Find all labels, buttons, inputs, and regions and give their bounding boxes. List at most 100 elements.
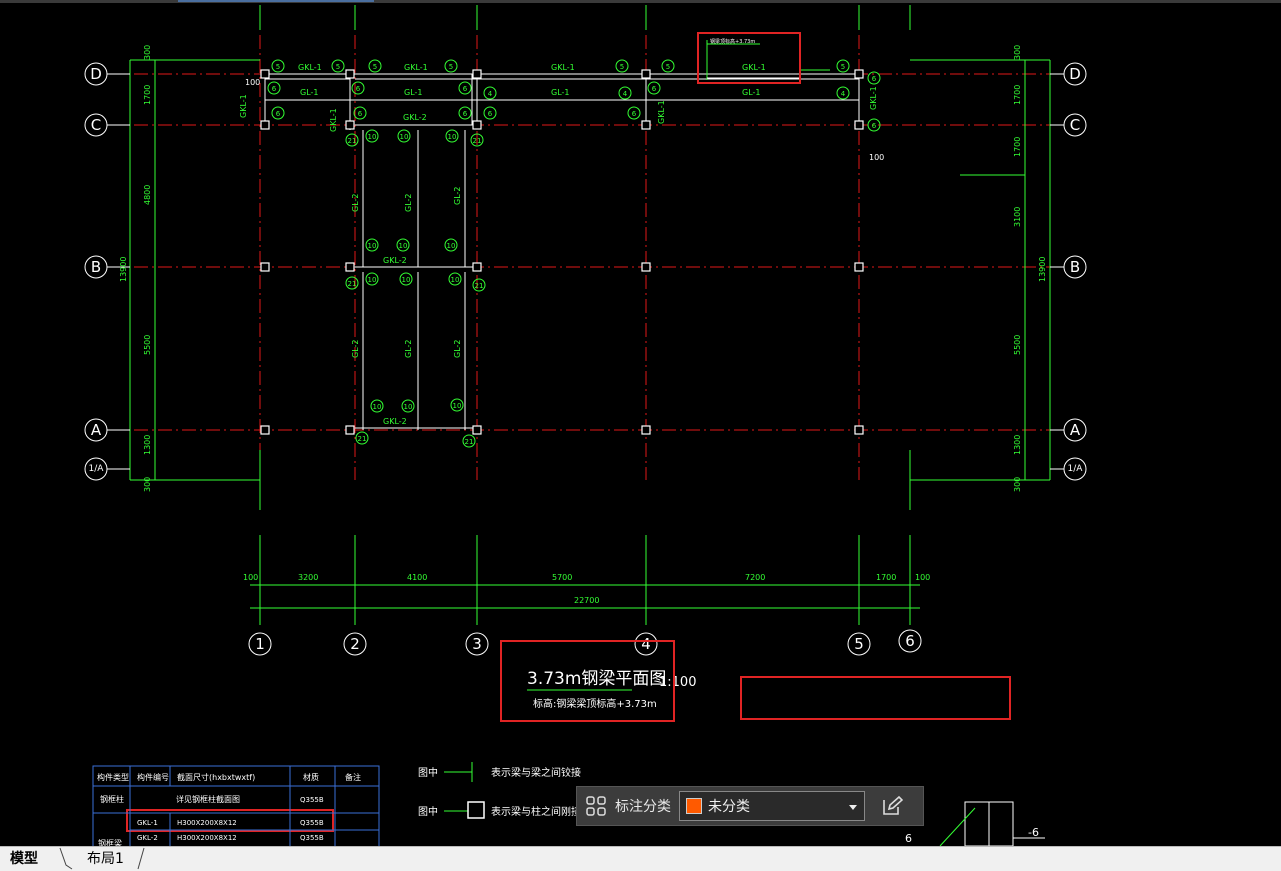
axis-label-1A-left: 1/A xyxy=(89,464,105,474)
axis-label-C-left: C xyxy=(91,116,101,134)
tag-text: 6 xyxy=(632,110,637,118)
tag-text: 21 xyxy=(348,137,357,145)
tag-text: 10 xyxy=(451,276,460,284)
legend-row2-label: 图中 xyxy=(418,805,438,818)
tag-text: 5 xyxy=(620,63,624,71)
grid-icon[interactable] xyxy=(577,787,615,825)
axis-label-4: 4 xyxy=(641,635,651,653)
beam-label-gkl2-c: GKL-2 xyxy=(383,417,407,426)
left-dimension-texts: 300 1700 4800 5500 1300 300 13900 xyxy=(119,45,152,492)
dim-100-right: 100 xyxy=(869,153,884,162)
dim-bottom-2: 4100 xyxy=(407,573,427,582)
beam-label-gkl1-vert-b: GKL-1 xyxy=(329,108,338,132)
dim-bottom-1: 3200 xyxy=(298,573,318,582)
beam-label-gkl1-vert-a: GKL-1 xyxy=(239,94,248,118)
tag-text: 4 xyxy=(841,90,846,98)
beam-label-gl2-a: GL-2 xyxy=(351,194,360,213)
tag-text: 21 xyxy=(473,137,482,145)
dim-right-6: 300 xyxy=(1013,477,1022,492)
section-tag2: -6 xyxy=(1028,826,1039,839)
tag-text: 6 xyxy=(463,110,468,118)
table-cell: GKL-2 xyxy=(137,834,158,842)
beam-label-gkl1-d: GKL-1 xyxy=(742,63,766,72)
axis-label-5: 5 xyxy=(854,635,864,653)
edit-icon[interactable] xyxy=(873,787,911,825)
tag-text: 21 xyxy=(465,438,474,446)
legend-row1-label: 图中 xyxy=(418,766,438,779)
selection-edge xyxy=(178,0,374,2)
dim-left-2: 4800 xyxy=(143,185,152,205)
beam-label-gl2-f: GL-2 xyxy=(453,340,462,359)
beam-label-gl2-b: GL-2 xyxy=(404,194,413,213)
tab-layout1[interactable]: 布局1 xyxy=(87,849,124,870)
tag-text: 5 xyxy=(666,63,670,71)
axis-label-D-left: D xyxy=(90,65,102,83)
dim-right-4: 5500 xyxy=(1013,335,1022,355)
beam-label-gkl2-b: GKL-2 xyxy=(383,256,407,265)
axis-bubbles xyxy=(84,62,1087,656)
beam-label-gl2-c: GL-2 xyxy=(453,187,462,206)
legend: 图中 表示梁与梁之间铰接 图中 表示梁与柱之间刚接 xyxy=(418,762,581,819)
dim-left-1: 1700 xyxy=(143,85,152,105)
tag-circles xyxy=(267,59,881,448)
tag-text: 6 xyxy=(272,85,277,93)
dim-left-total: 13900 xyxy=(119,257,128,282)
dim-left-3: 5500 xyxy=(143,335,152,355)
beam-label-gl1-c: GL-1 xyxy=(551,88,570,97)
section-tag: 6 xyxy=(905,832,912,845)
table-header-2: 截面尺寸(hxbxtwxtf) xyxy=(177,772,255,782)
axis-label-A-left: A xyxy=(91,421,102,439)
section-detail: 6 -6 xyxy=(905,801,1045,847)
tag-text: 21 xyxy=(348,280,357,288)
tag-text: 6 xyxy=(358,110,363,118)
title-sub: 标高:钢梁梁顶标高+3.73m xyxy=(533,697,657,710)
dim-bottom-total: 22700 xyxy=(574,596,599,605)
dim-bottom-0: 100 xyxy=(243,573,258,582)
axis-label-1: 1 xyxy=(255,635,265,653)
tag-text: 10 xyxy=(368,276,377,284)
tag-text: 10 xyxy=(447,242,456,250)
legend-row2-text: 表示梁与柱之间刚接 xyxy=(491,805,581,818)
table-cell: Q355B xyxy=(300,819,324,827)
dim-bottom-5: 1700 xyxy=(876,573,896,582)
tag-text: 6 xyxy=(488,110,493,118)
tag-text: 10 xyxy=(448,133,457,141)
category-label: 标注分类 xyxy=(615,799,671,815)
tag-text: 10 xyxy=(402,276,411,284)
dim-bottom-4: 7200 xyxy=(745,573,765,582)
dim-left-4: 1300 xyxy=(143,435,152,455)
axis-label-3: 3 xyxy=(472,635,482,653)
category-color-swatch xyxy=(686,798,702,814)
horizontal-axis-lines xyxy=(110,73,1060,431)
layout-tab-bar: 模型 布局1 xyxy=(0,846,1281,871)
category-select[interactable]: 未分类 xyxy=(679,791,865,821)
tag-text: 6 xyxy=(652,85,657,93)
beam-label-gl1-d: GL-1 xyxy=(742,88,761,97)
dim-left-0: 300 xyxy=(143,45,152,60)
dim-right-3: 3100 xyxy=(1013,207,1022,227)
dim-left-5: 300 xyxy=(143,477,152,492)
tag-text: 5 xyxy=(841,63,845,71)
tag-text: 5 xyxy=(276,63,280,71)
tag-text: 6 xyxy=(463,85,468,93)
tab-model[interactable]: 模型 xyxy=(10,849,38,870)
beam-label-gl2-d: GL-2 xyxy=(351,340,360,359)
extension-lines xyxy=(129,5,1051,625)
axis-label-2: 2 xyxy=(350,635,360,653)
axis-label-B-right: B xyxy=(1070,258,1080,276)
beam-label-gl1-b: GL-1 xyxy=(404,88,423,97)
dim-bottom-3: 5700 xyxy=(552,573,572,582)
dim-right-total: 13900 xyxy=(1038,257,1047,282)
tag-text: 10 xyxy=(368,133,377,141)
beam-label-gl1-a: GL-1 xyxy=(300,88,319,97)
axis-label-6: 6 xyxy=(905,632,915,650)
axis-label-1A-right: 1/A xyxy=(1068,464,1084,474)
axis-label-A-right: A xyxy=(1070,421,1081,439)
beam-label-gkl1-a: GKL-1 xyxy=(298,63,322,72)
beam-label-gkl1-c: GKL-1 xyxy=(551,63,575,72)
tag-text: 10 xyxy=(453,402,462,410)
table-header-1: 构件编号 xyxy=(137,772,169,782)
dim-bottom-6: 100 xyxy=(915,573,930,582)
table-cell: Q355B xyxy=(300,796,324,804)
cad-drawing-canvas[interactable]: 100 3200 4100 5700 7200 1700 100 22700 3… xyxy=(0,0,1281,870)
